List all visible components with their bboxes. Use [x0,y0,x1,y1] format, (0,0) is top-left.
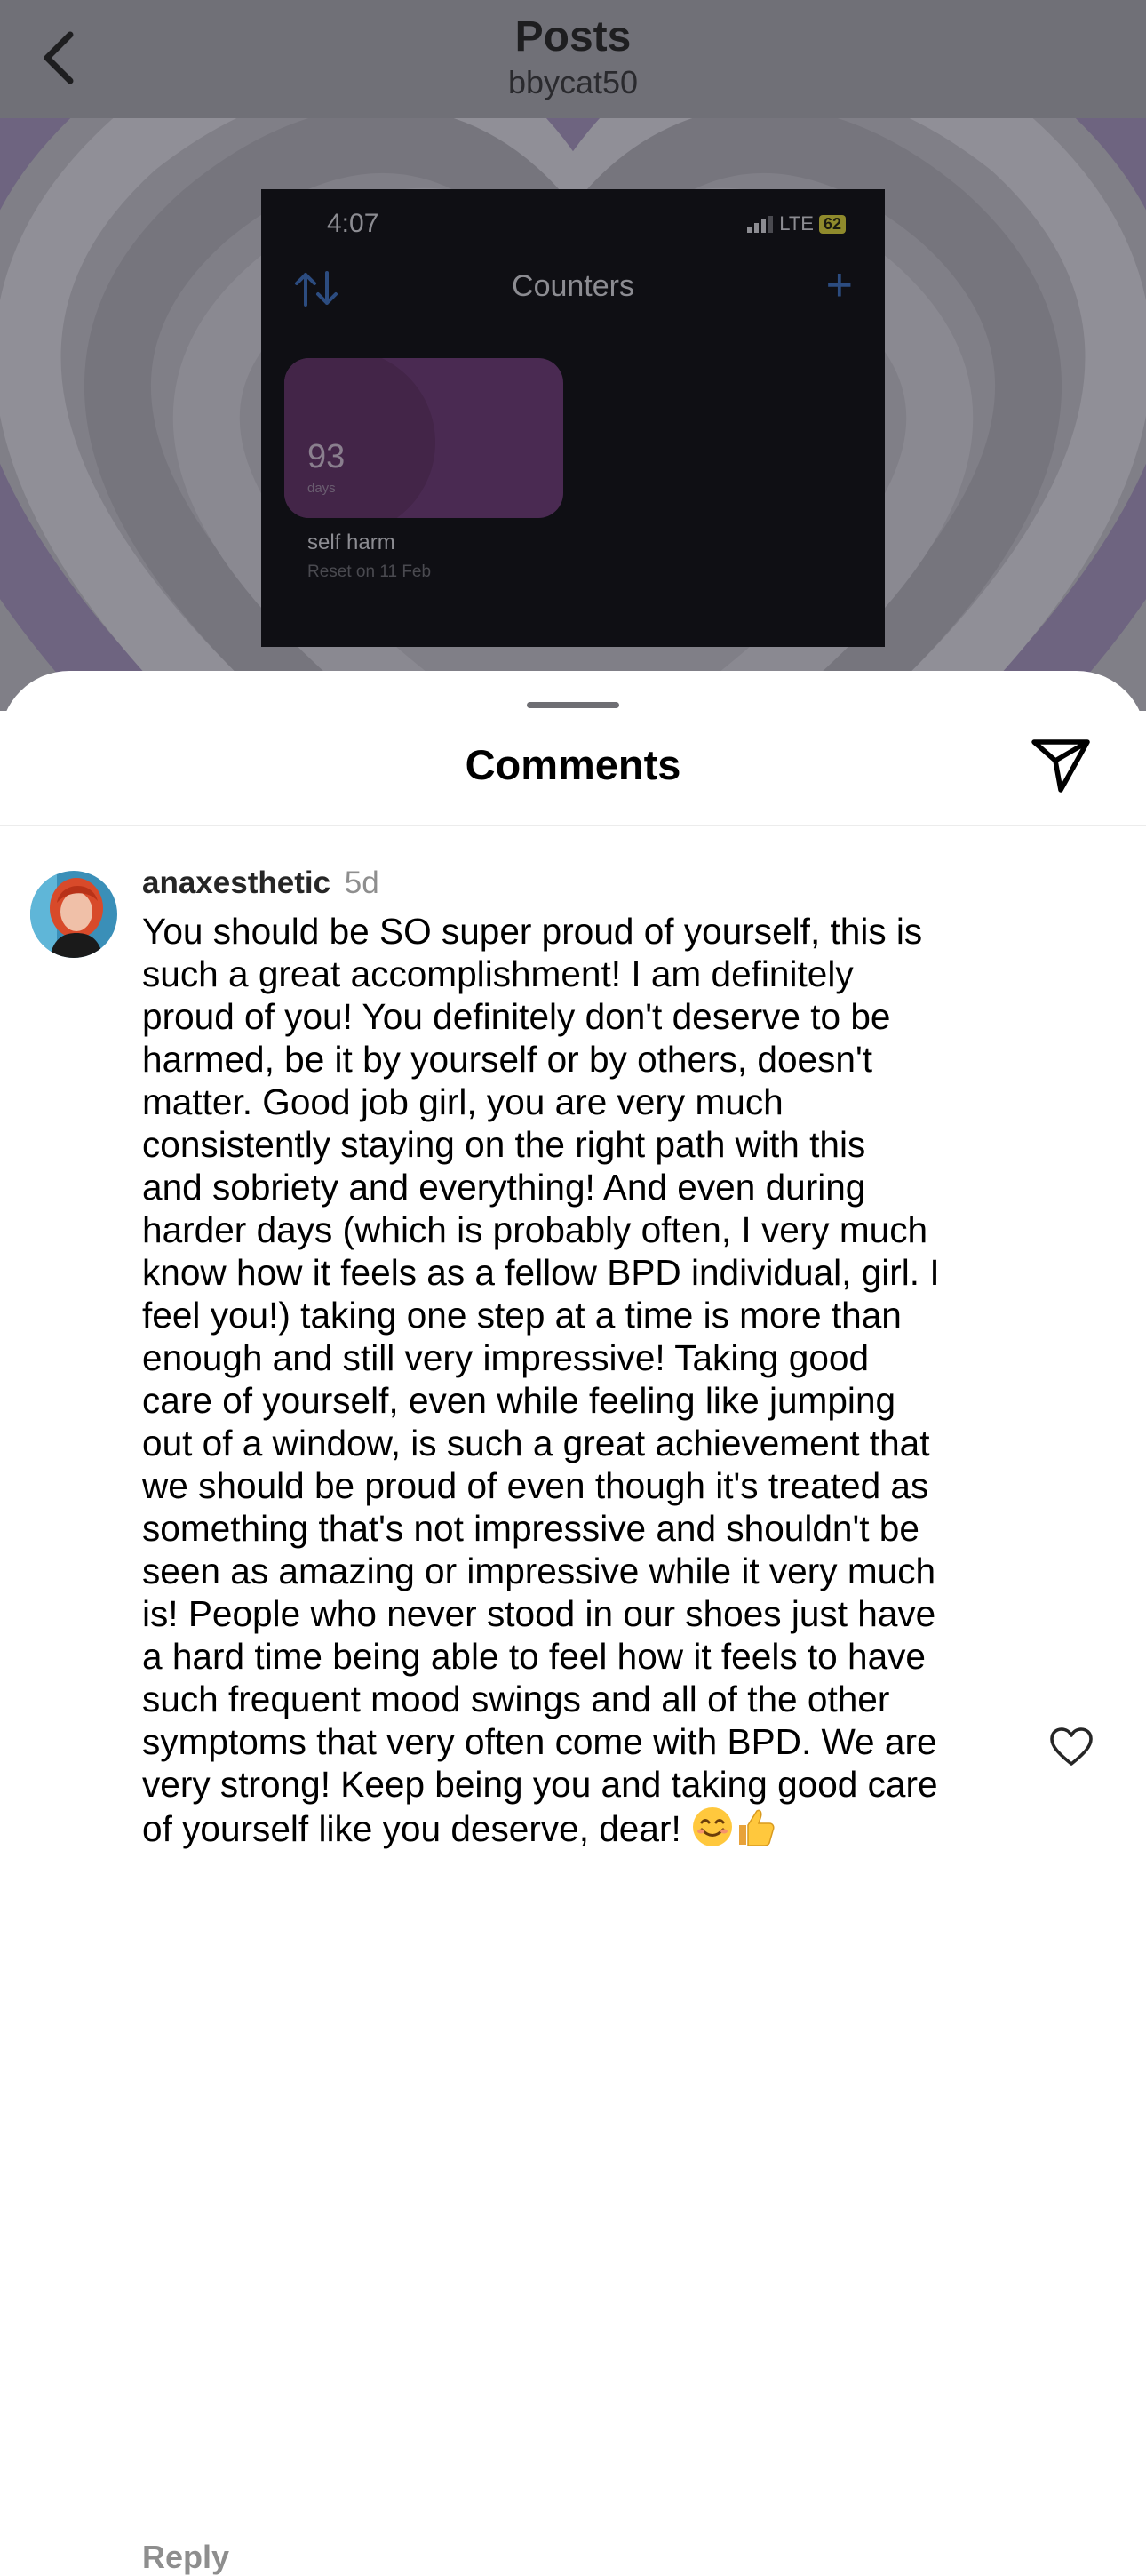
post-image-screen-title: Counters [512,269,634,303]
comment-text: You should be SO super proud of yourself… [142,910,1004,1850]
divider [0,825,1146,826]
page-title: Posts [514,13,632,60]
avatar[interactable] [30,871,117,958]
plus-icon: + [825,259,853,311]
counter-label: self harm [307,530,395,554]
network-type: LTE [779,212,814,235]
comments-sheet: Comments anaxesthetic 5d You should be S… [0,671,1146,2575]
post-image-clock: 4:07 [327,209,379,238]
comment-header: anaxesthetic 5d [142,865,379,901]
share-button[interactable] [1027,733,1094,797]
like-comment-button[interactable] [1047,1724,1096,1770]
post-image[interactable]: 4:07 LTE 62 Counters + 93 days self harm… [261,189,885,647]
navigation-bar: Posts bbycat50 [0,0,1146,118]
post-author-username[interactable]: bbycat50 [0,64,1146,101]
sheet-drag-handle[interactable] [527,702,619,708]
comment-text-content: You should be SO super proud of yourself… [142,911,940,1849]
battery-level: 62 [818,214,846,234]
heart-icon [1050,1727,1093,1766]
comment-timestamp: 5d [344,865,379,900]
post-backdrop: Posts bbycat50 4:07 LTE 62 Counters + 93… [0,0,1146,711]
comment-username[interactable]: anaxesthetic [142,865,330,900]
counter-card: 93 days [284,358,563,518]
comment-emojis [691,1807,776,1849]
counter-reset-note: Reset on 11 Feb [307,562,432,581]
paper-plane-icon [1031,739,1090,793]
reply-button[interactable]: Reply [142,2539,229,2576]
post-image-status-bar: LTE 62 [747,212,846,235]
counter-unit: days [307,481,336,496]
thumbs-up-emoji-icon [739,1809,775,1846]
counter-value: 93 [307,438,346,475]
signal-icon [747,216,774,233]
user-avatar-image [30,871,117,958]
comments-title: Comments [465,741,681,788]
smiling-face-emoji-icon [693,1807,733,1846]
